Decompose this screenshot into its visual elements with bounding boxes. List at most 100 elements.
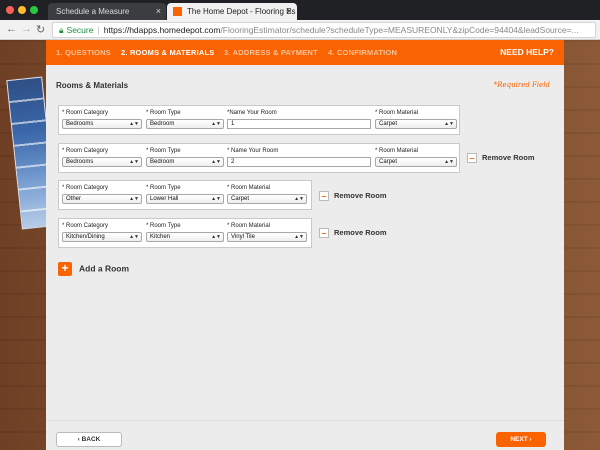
url-path: /FlooringEstimator/schedule?scheduleType… [220,25,579,35]
room-category-select[interactable]: Other ▲▼ [62,194,142,204]
room-material-select[interactable]: Vinyl Tile ▲▼ [227,232,307,242]
room-material-select[interactable]: Carpet ▲▼ [375,119,457,129]
select-arrow-icon: ▲▼ [294,234,304,240]
room-category-field: * Room Category Bedrooms ▲▼ [62,148,142,167]
room-name-input[interactable]: 1 [227,119,371,129]
need-help-link[interactable]: NEED HELP? [500,40,554,65]
remove-room-button[interactable]: – Remove Room [467,153,535,164]
schedule-modal: 1. QUESTIONS 2. ROOMS & MATERIALS 3. ADD… [46,40,564,450]
select-arrow-icon: ▲▼ [444,121,454,127]
tab-title: The Home Depot - Flooring Es [187,7,296,16]
room-name-input[interactable]: 2 [227,157,371,167]
tab-close-icon[interactable]: × [287,3,292,20]
room-type-field: * Room Type Bedroom ▲▼ [146,110,224,129]
room-material-field: * Room Material Carpet ▲▼ [375,110,457,129]
room-material-label: * Room Material [227,223,271,229]
room-type-label: * Room Type [146,223,181,229]
room-card: * Room Category Bedrooms ▲▼ * Room Type B… [58,143,460,173]
browser-tab-bar: Schedule a Measure × The Home Depot - Fl… [0,0,600,20]
room-type-label: * Room Type [146,148,181,154]
room-category-select[interactable]: Bedrooms ▲▼ [62,119,142,129]
remove-room-button[interactable]: – Remove Room [319,191,387,202]
next-button[interactable]: NEXT › [496,432,546,447]
select-arrow-icon: ▲▼ [294,196,304,202]
room-material-field: * Room Material Carpet ▲▼ [227,185,307,204]
section-title: Rooms & Materials [56,81,129,90]
browser-tab-schedule[interactable]: Schedule a Measure × [48,3,166,20]
url-input[interactable]: 🔒︎ Secure | https://hdapps.homedepot.com/Fl… [52,22,596,38]
room-category-select[interactable]: Kitchen/Dining ▲▼ [62,232,142,242]
window-close-button[interactable] [6,6,14,14]
room-card: * Room Category Other ▲▼ * Room Type Lowe… [58,180,312,210]
room-category-field: * Room Category Kitchen/Dining ▲▼ [62,223,142,242]
minus-icon: – [467,153,477,164]
room-category-label: * Room Category [62,148,109,154]
reload-icon[interactable]: ↻ [36,23,45,36]
room-material-select[interactable]: Carpet ▲▼ [227,194,307,204]
select-arrow-icon: ▲▼ [129,234,139,240]
browser-address-bar: ← → ↻ 🔒︎ Secure | https://hdapps.homedepot.… [0,20,600,40]
minus-icon: – [319,228,329,239]
room-type-select[interactable]: Kitchen ▲▼ [146,232,224,242]
url-separator: | [97,25,100,35]
room-category-select[interactable]: Bedrooms ▲▼ [62,157,142,167]
select-arrow-icon: ▲▼ [211,234,221,240]
minus-icon: – [319,191,329,202]
room-name-label: *Name Your Room [227,110,277,116]
step-rooms-materials[interactable]: 2. ROOMS & MATERIALS [121,40,214,65]
room-category-label: * Room Category [62,110,109,116]
tab-close-icon[interactable]: × [156,3,161,20]
select-arrow-icon: ▲▼ [211,196,221,202]
room-material-field: * Room Material Carpet ▲▼ [375,148,457,167]
room-type-field: * Room Type Lower Hall ▲▼ [146,185,224,204]
remove-room-button[interactable]: – Remove Room [319,228,387,239]
room-card: * Room Category Kitchen/Dining ▲▼ * Room … [58,218,312,248]
tab-title: Schedule a Measure [56,7,130,16]
select-arrow-icon: ▲▼ [129,196,139,202]
room-category-field: * Room Category Bedrooms ▲▼ [62,110,142,129]
select-arrow-icon: ▲▼ [129,159,139,165]
room-type-field: * Room Type Kitchen ▲▼ [146,223,224,242]
room-category-field: * Room Category Other ▲▼ [62,185,142,204]
required-field-note: *Required Field [493,81,550,89]
secure-label: Secure [66,25,94,35]
select-arrow-icon: ▲▼ [129,121,139,127]
room-type-label: * Room Type [146,110,181,116]
rooms-form: Rooms & Materials *Required Field * Room… [46,65,564,450]
room-category-label: * Room Category [62,223,109,229]
room-name-field: * Name Your Room 2 [227,148,371,167]
room-type-select[interactable]: Bedroom ▲▼ [146,119,224,129]
room-name-field: *Name Your Room 1 [227,110,371,129]
step-confirmation[interactable]: 4. CONFIRMATION [328,40,397,65]
url-host: https://hdapps.homedepot.com [103,25,221,35]
room-name-label: * Name Your Room [227,148,279,154]
step-address-payment[interactable]: 3. ADDRESS & PAYMENT [224,40,318,65]
room-type-select[interactable]: Lower Hall ▲▼ [146,194,224,204]
select-arrow-icon: ▲▼ [444,159,454,165]
room-category-label: * Room Category [62,185,109,191]
select-arrow-icon: ▲▼ [211,121,221,127]
room-material-label: * Room Material [227,185,271,191]
room-type-select[interactable]: Bedroom ▲▼ [146,157,224,167]
plus-icon: + [58,262,72,276]
back-arrow-icon[interactable]: ← [6,23,17,35]
footer-divider [46,420,564,421]
window-minimize-button[interactable] [18,6,26,14]
window-zoom-button[interactable] [30,6,38,14]
lock-icon: 🔒︎ [59,25,64,35]
add-room-button[interactable]: + Add a Room [58,262,129,276]
room-card: * Room Category Bedrooms ▲▼ * Room Type B… [58,105,460,135]
room-material-label: * Room Material [375,110,419,116]
browser-tab-flooring[interactable]: The Home Depot - Flooring Es × [167,3,297,20]
step-questions[interactable]: 1. QUESTIONS [56,40,111,65]
room-type-field: * Room Type Bedroom ▲▼ [146,148,224,167]
home-depot-favicon-icon [173,7,182,16]
room-material-label: * Room Material [375,148,419,154]
forward-arrow-icon[interactable]: → [21,23,32,35]
select-arrow-icon: ▲▼ [211,159,221,165]
progress-steps: 1. QUESTIONS 2. ROOMS & MATERIALS 3. ADD… [46,40,564,65]
room-material-select[interactable]: Carpet ▲▼ [375,157,457,167]
room-material-field: * Room Material Vinyl Tile ▲▼ [227,223,307,242]
back-button[interactable]: ‹ BACK [56,432,122,447]
room-type-label: * Room Type [146,185,181,191]
